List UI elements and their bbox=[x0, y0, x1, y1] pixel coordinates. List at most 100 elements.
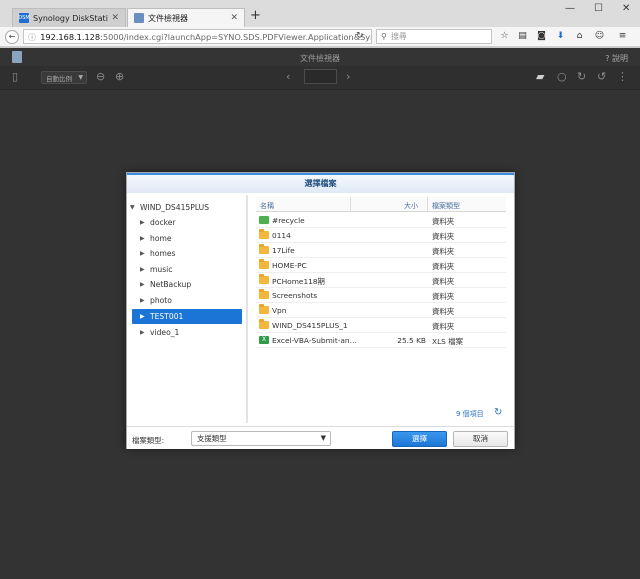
file-name: #recycle bbox=[272, 216, 305, 225]
collapsed-arrow-icon[interactable]: ▶ bbox=[140, 250, 150, 257]
column-divider[interactable] bbox=[350, 197, 351, 212]
tree-item-label: music bbox=[150, 265, 173, 274]
file-row[interactable]: Vpn 資料夾 bbox=[256, 303, 506, 318]
tree-item-test001[interactable]: ▶ TEST001 bbox=[132, 309, 242, 324]
reload-icon[interactable]: ↻ bbox=[356, 31, 364, 41]
file-name: HOME-PC bbox=[272, 261, 307, 270]
tree-item-label: TEST001 bbox=[150, 312, 184, 321]
folder-icon bbox=[259, 319, 269, 329]
column-header-name[interactable]: 名稱 bbox=[260, 201, 274, 211]
maximize-icon[interactable]: ☐ bbox=[594, 3, 603, 14]
info-icon[interactable]: ⓘ bbox=[28, 31, 36, 43]
page-number-input[interactable] bbox=[304, 69, 337, 84]
minimize-icon[interactable]: — bbox=[565, 3, 575, 14]
collapsed-arrow-icon[interactable]: ▶ bbox=[140, 313, 150, 320]
tab-document-viewer[interactable]: 文件檢視器 ✕ bbox=[127, 8, 245, 27]
file-type-select[interactable]: 支援類型 ▼ bbox=[191, 431, 331, 446]
tree-item-photo[interactable]: ▶ photo bbox=[130, 293, 242, 308]
bookmark-star-icon[interactable]: ☆ bbox=[498, 30, 511, 43]
file-row[interactable]: 17Life 資料夾 bbox=[256, 243, 506, 258]
next-page-icon[interactable]: › bbox=[346, 71, 350, 83]
new-tab-icon[interactable]: + bbox=[250, 9, 261, 23]
file-name: Vpn bbox=[272, 306, 287, 315]
collapsed-arrow-icon[interactable]: ▶ bbox=[140, 235, 150, 242]
file-type-value: 支援類型 bbox=[197, 434, 227, 443]
search-document-icon[interactable]: ○ bbox=[557, 71, 567, 83]
column-divider[interactable] bbox=[427, 197, 428, 212]
folder-icon bbox=[259, 289, 269, 299]
zoom-value: 自動比例 bbox=[46, 74, 72, 83]
file-row[interactable]: Screenshots 資料夾 bbox=[256, 288, 506, 303]
undo-icon[interactable]: ↺ bbox=[597, 71, 606, 83]
tab-label: Synology DiskStation - … bbox=[33, 13, 108, 23]
file-row[interactable]: #recycle 資料夾 bbox=[256, 213, 506, 228]
tree-item-video-1[interactable]: ▶ video_1 bbox=[130, 325, 242, 340]
tree-item-music[interactable]: ▶ music bbox=[130, 262, 242, 277]
menu-icon[interactable]: ≡ bbox=[616, 30, 629, 43]
close-tab-icon[interactable]: ✕ bbox=[230, 13, 238, 23]
expanded-arrow-icon[interactable]: ▼ bbox=[130, 204, 140, 211]
select-button[interactable]: 選擇 bbox=[392, 431, 447, 447]
file-row[interactable]: 0114 資料夾 bbox=[256, 228, 506, 243]
item-count: 9 個項目 bbox=[456, 410, 484, 418]
pane-splitter[interactable] bbox=[246, 195, 248, 423]
tree-root-label: WIND_DS415PLUS bbox=[140, 203, 210, 212]
browser-titlebar: DSM Synology DiskStation - … ✕ 文件檢視器 ✕ +… bbox=[0, 0, 640, 27]
document-viewer-favicon-icon bbox=[134, 13, 144, 23]
file-type: 資料夾 bbox=[432, 232, 455, 241]
pocket-icon[interactable]: ◙ bbox=[535, 30, 548, 43]
folder-tree: ▼ WIND_DS415PLUS ▶ docker ▶ home ▶ homes… bbox=[130, 197, 244, 422]
download-icon[interactable]: ⬇ bbox=[554, 30, 567, 43]
reading-list-icon[interactable]: ▤ bbox=[516, 30, 529, 43]
zoom-in-icon[interactable]: ⊕ bbox=[115, 71, 124, 83]
url-host: 192.168.1.128 bbox=[40, 31, 101, 42]
file-name: WIND_DS415PLUS_1 bbox=[272, 321, 348, 330]
previous-page-icon[interactable]: ‹ bbox=[286, 71, 290, 83]
open-folder-icon[interactable]: ▰ bbox=[536, 71, 544, 83]
file-row[interactable]: WIND_DS415PLUS_1 資料夾 bbox=[256, 318, 506, 333]
select-file-dialog: 選擇檔案 ▼ WIND_DS415PLUS ▶ docker ▶ home ▶ … bbox=[126, 172, 515, 449]
file-row[interactable]: X Excel-VBA-Submit-an… 25.5 KB XLS 檔案 bbox=[256, 333, 506, 348]
file-type: 資料夾 bbox=[432, 277, 455, 286]
column-header-type[interactable]: 檔案類型 bbox=[432, 201, 460, 211]
xls-file-icon: X bbox=[259, 336, 269, 344]
synology-favicon-icon: DSM bbox=[18, 13, 30, 23]
column-header-size[interactable]: 大小 bbox=[404, 201, 418, 211]
back-button-icon[interactable]: ← bbox=[5, 30, 19, 44]
zoom-out-icon[interactable]: ⊖ bbox=[96, 71, 105, 83]
search-input[interactable]: ⚲ 搜尋 bbox=[376, 29, 492, 44]
zoom-select[interactable]: 自動比例 ▼ bbox=[41, 71, 87, 84]
collapsed-arrow-icon[interactable]: ▶ bbox=[140, 329, 150, 336]
cancel-button[interactable]: 取消 bbox=[453, 431, 508, 447]
file-name: PCHome118期 bbox=[272, 277, 325, 286]
file-row[interactable]: HOME-PC 資料夾 bbox=[256, 258, 506, 273]
more-icon[interactable]: ⋮ bbox=[617, 71, 628, 83]
rotate-icon[interactable]: ↻ bbox=[577, 71, 586, 83]
collapsed-arrow-icon[interactable]: ▶ bbox=[140, 219, 150, 226]
home-icon[interactable]: ⌂ bbox=[573, 30, 586, 43]
search-icon: ⚲ bbox=[381, 32, 387, 41]
file-row[interactable]: PCHome118期 資料夾 bbox=[256, 273, 506, 288]
tree-item-homes[interactable]: ▶ homes bbox=[130, 246, 242, 261]
collapsed-arrow-icon[interactable]: ▶ bbox=[140, 281, 150, 288]
window-close-icon[interactable]: ✕ bbox=[622, 3, 630, 14]
help-link[interactable]: ? 說明 bbox=[605, 53, 628, 64]
close-tab-icon[interactable]: ✕ bbox=[111, 13, 119, 23]
refresh-icon[interactable]: ↻ bbox=[494, 407, 502, 418]
dialog-footer: 檔案類型: 支援類型 ▼ 選擇 取消 bbox=[127, 426, 514, 449]
tree-item-home[interactable]: ▶ home bbox=[130, 231, 242, 246]
collapsed-arrow-icon[interactable]: ▶ bbox=[140, 297, 150, 304]
folder-icon bbox=[259, 229, 269, 239]
extension-icon[interactable]: ☺ bbox=[593, 30, 606, 43]
collapsed-arrow-icon[interactable]: ▶ bbox=[140, 266, 150, 273]
url-bar[interactable]: ⓘ 192.168.1.128:5000/index.cgi?launchApp… bbox=[23, 29, 372, 44]
tree-item-netbackup[interactable]: ▶ NetBackup bbox=[130, 277, 242, 292]
tree-item-docker[interactable]: ▶ docker bbox=[130, 215, 242, 230]
app-title: 文件檢視器 bbox=[300, 54, 340, 63]
tree-root[interactable]: ▼ WIND_DS415PLUS bbox=[130, 200, 242, 215]
recycle-folder-icon bbox=[259, 216, 269, 224]
chevron-down-icon: ▼ bbox=[78, 74, 83, 81]
file-type: 資料夾 bbox=[432, 217, 455, 226]
sidebar-toggle-icon[interactable]: ▯ bbox=[12, 71, 18, 83]
tab-synology-diskstation[interactable]: DSM Synology DiskStation - … ✕ bbox=[12, 8, 126, 27]
